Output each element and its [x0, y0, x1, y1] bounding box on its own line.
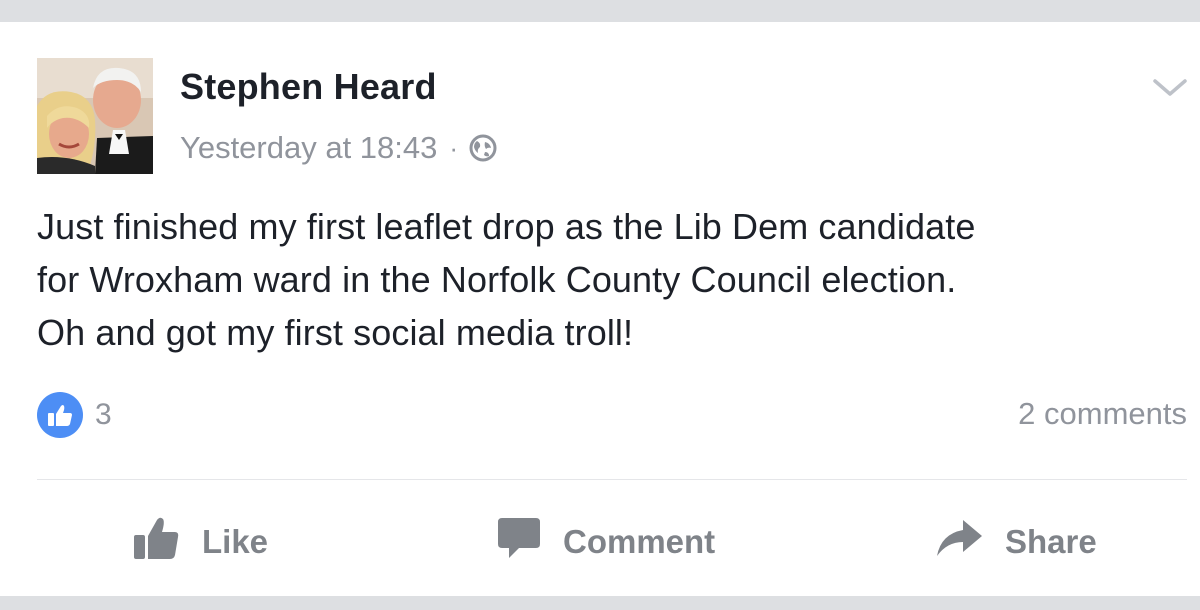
author-name[interactable]: Stephen Heard: [180, 66, 437, 108]
comment-icon: [497, 516, 563, 568]
post-card: Stephen Heard Yesterday at 18:43 · Just …: [0, 22, 1200, 596]
post-text-line: Just finished my first leaflet drop as t…: [37, 206, 976, 247]
post-meta: Yesterday at 18:43 ·: [180, 126, 498, 170]
share-button-label: Share: [1005, 523, 1097, 560]
divider: [37, 479, 1187, 480]
comments-count[interactable]: 2 comments: [1018, 396, 1187, 432]
avatar[interactable]: [37, 58, 153, 174]
thumbs-up-icon: [132, 515, 202, 569]
post-text-line: for Wroxham ward in the Norfolk County C…: [37, 259, 957, 300]
comment-button-label: Comment: [563, 523, 716, 560]
post-timestamp[interactable]: Yesterday at 18:43: [180, 130, 437, 166]
comment-button[interactable]: Comment: [497, 517, 715, 567]
globe-icon: [468, 133, 498, 163]
share-button[interactable]: Share: [935, 517, 1097, 567]
meta-separator: ·: [449, 132, 459, 163]
like-button-label: Like: [202, 523, 269, 560]
reactions-summary[interactable]: 3: [37, 392, 112, 438]
like-button[interactable]: Like: [132, 517, 268, 567]
like-count: 3: [95, 398, 112, 431]
chevron-down-icon[interactable]: [1150, 74, 1190, 102]
thumbs-up-icon: [37, 392, 83, 438]
post-text-line: Oh and got my first social media troll!: [37, 312, 634, 353]
post-text: Just finished my first leaflet drop as t…: [37, 200, 1187, 359]
share-arrow-icon: [935, 518, 1005, 566]
